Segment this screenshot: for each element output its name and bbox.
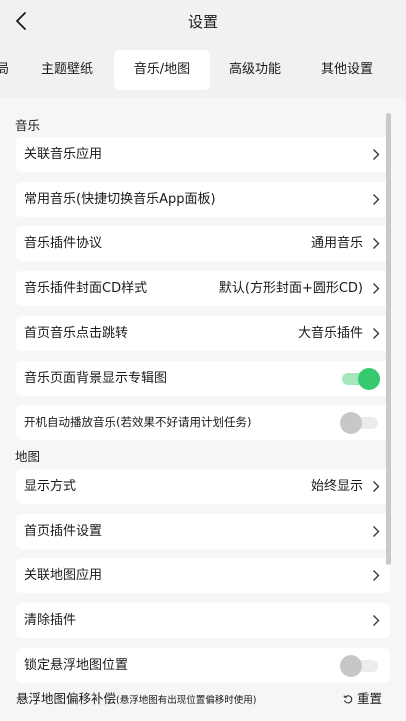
lock-floating-map-toggle[interactable]	[340, 655, 378, 677]
row-label: 清除插件	[24, 613, 77, 628]
row-label: 首页音乐点击跳转	[24, 326, 129, 341]
tab-bar: 局 主题壁纸 音乐/地图 高级功能 其他设置	[0, 48, 406, 92]
row-label: 常用音乐(快捷切换音乐App面板)	[24, 192, 216, 207]
row-value: 默认(方形封面+圆形CD)	[218, 281, 363, 296]
section-title-music: 音乐	[15, 118, 41, 133]
row-home-music-click[interactable]: 首页音乐点击跳转 大音乐插件	[16, 316, 390, 351]
autoplay-toggle[interactable]	[340, 412, 378, 434]
offset-hint: (悬浮地图有出现位置偏移时使用)	[116, 695, 257, 706]
tab-advanced[interactable]: 高级功能	[216, 50, 294, 90]
row-label: 显示方式	[24, 479, 77, 494]
row-value: 通用音乐	[310, 236, 363, 251]
row-cd-cover-style[interactable]: 音乐插件封面CD样式 默认(方形封面+圆形CD)	[16, 271, 390, 306]
toggle-knob	[340, 655, 362, 677]
reset-label: 重置	[356, 691, 382, 706]
row-label: 锁定悬浮地图位置	[24, 658, 129, 673]
chevron-right-icon	[373, 238, 380, 249]
chevron-right-icon	[373, 526, 380, 537]
reset-button[interactable]: 重置	[343, 688, 382, 707]
row-label: 首页插件设置	[24, 524, 103, 539]
row-label: 音乐页面背景显示专辑图	[24, 371, 168, 386]
row-label: 关联地图应用	[24, 568, 103, 583]
row-album-background: 音乐页面背景显示专辑图	[16, 361, 390, 396]
section-title-map: 地图	[15, 449, 41, 464]
tab-theme-wallpaper[interactable]: 主题壁纸	[28, 50, 106, 90]
row-value: 始终显示	[310, 479, 363, 494]
toggle-knob	[358, 368, 380, 390]
row-lock-floating-map: 锁定悬浮地图位置	[16, 648, 390, 683]
row-clear-plugin[interactable]: 清除插件	[16, 603, 390, 638]
row-label: 关联音乐应用	[24, 147, 103, 162]
chevron-right-icon	[373, 615, 380, 626]
chevron-right-icon	[373, 194, 380, 205]
row-label: 开机自动播放音乐(若效果不好请用计划任务)	[24, 415, 252, 429]
toggle-knob	[340, 412, 362, 434]
row-link-map-app[interactable]: 关联地图应用	[16, 558, 390, 593]
row-display-mode[interactable]: 显示方式 始终显示	[16, 469, 390, 504]
chevron-right-icon	[373, 570, 380, 581]
row-common-music[interactable]: 常用音乐(快捷切换音乐App面板)	[16, 182, 390, 217]
scrollbar[interactable]	[386, 113, 391, 565]
row-home-plugin-settings[interactable]: 首页插件设置	[16, 514, 390, 549]
tab-other-settings[interactable]: 其他设置	[306, 50, 388, 90]
chevron-right-icon	[373, 283, 380, 294]
chevron-right-icon	[373, 481, 380, 492]
row-link-music-app[interactable]: 关联音乐应用	[16, 137, 390, 172]
reset-icon	[343, 695, 353, 704]
row-floating-map-offset: 悬浮地图偏移补偿(悬浮地图有出现位置偏移时使用) 重置	[16, 688, 390, 708]
row-value: 大音乐插件	[297, 326, 363, 341]
offset-label: 悬浮地图偏移补偿	[16, 691, 117, 706]
row-label: 音乐插件协议	[24, 236, 103, 251]
album-background-toggle[interactable]	[342, 368, 380, 390]
chevron-right-icon	[373, 328, 380, 339]
top-bar: 设置	[0, 0, 406, 42]
row-autoplay-on-boot: 开机自动播放音乐(若效果不好请用计划任务)	[16, 405, 390, 440]
chevron-right-icon	[373, 149, 380, 160]
row-music-plugin-protocol[interactable]: 音乐插件协议 通用音乐	[16, 226, 390, 261]
tab-music-map[interactable]: 音乐/地图	[114, 50, 210, 90]
page-title: 设置	[187, 13, 218, 31]
row-label: 音乐插件封面CD样式	[24, 281, 148, 296]
tab-partial[interactable]: 局	[0, 50, 9, 90]
